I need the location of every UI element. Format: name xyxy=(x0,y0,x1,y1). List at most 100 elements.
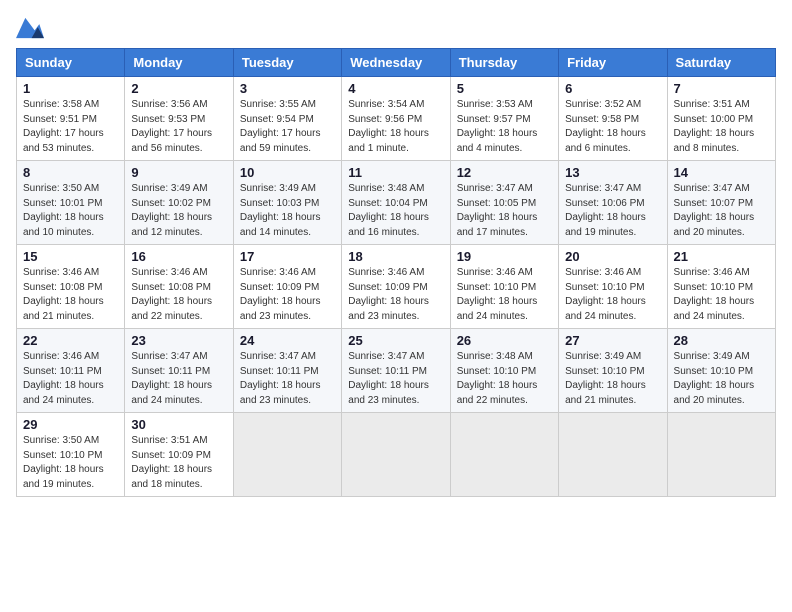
day-number: 15 xyxy=(23,249,118,264)
day-header-saturday: Saturday xyxy=(667,49,775,77)
calendar-week-row: 29Sunrise: 3:50 AMSunset: 10:10 PMDaylig… xyxy=(17,413,776,497)
day-number: 19 xyxy=(457,249,552,264)
day-info: Sunrise: 3:46 AMSunset: 10:10 PMDaylight… xyxy=(457,266,552,324)
day-info: Sunrise: 3:51 AMSunset: 10:09 PMDaylight… xyxy=(131,434,226,492)
calendar-day: 29Sunrise: 3:50 AMSunset: 10:10 PMDaylig… xyxy=(17,413,125,497)
day-header-monday: Monday xyxy=(125,49,233,77)
day-number: 14 xyxy=(674,165,769,180)
calendar-day: 7 Sunrise: 3:51 AMSunset: 10:00 PMDayligh… xyxy=(667,77,775,161)
calendar-day: 22 Sunrise: 3:46 AMSunset: 10:11 PMDaylig… xyxy=(17,329,125,413)
day-header-thursday: Thursday xyxy=(450,49,558,77)
calendar-day: 2 Sunrise: 3:56 AMSunset: 9:53 PMDaylight… xyxy=(125,77,233,161)
calendar-day: 18 Sunrise: 3:46 AMSunset: 10:09 PMDaylig… xyxy=(342,245,450,329)
day-number: 2 xyxy=(131,81,226,96)
calendar-day: 9 Sunrise: 3:49 AMSunset: 10:02 PMDayligh… xyxy=(125,161,233,245)
calendar-day: 23 Sunrise: 3:47 AMSunset: 10:11 PMDaylig… xyxy=(125,329,233,413)
day-number: 7 xyxy=(674,81,769,96)
calendar-day: 5 Sunrise: 3:53 AMSunset: 9:57 PMDaylight… xyxy=(450,77,558,161)
day-number: 6 xyxy=(565,81,660,96)
calendar-day: 1 Sunrise: 3:58 AMSunset: 9:51 PMDaylight… xyxy=(17,77,125,161)
day-number: 10 xyxy=(240,165,335,180)
day-number: 1 xyxy=(23,81,118,96)
calendar-header-row: SundayMondayTuesdayWednesdayThursdayFrid… xyxy=(17,49,776,77)
day-info: Sunrise: 3:50 AMSunset: 10:10 PMDaylight… xyxy=(23,434,118,492)
day-info: Sunrise: 3:47 AMSunset: 10:11 PMDaylight… xyxy=(240,350,335,408)
day-info: Sunrise: 3:47 AMSunset: 10:06 PMDaylight… xyxy=(565,182,660,240)
calendar-week-row: 1 Sunrise: 3:58 AMSunset: 9:51 PMDaylight… xyxy=(17,77,776,161)
day-info: Sunrise: 3:48 AMSunset: 10:10 PMDaylight… xyxy=(457,350,552,408)
day-info: Sunrise: 3:50 AMSunset: 10:01 PMDaylight… xyxy=(23,182,118,240)
calendar-day: 26 Sunrise: 3:48 AMSunset: 10:10 PMDaylig… xyxy=(450,329,558,413)
header xyxy=(16,16,776,40)
calendar-day: 15 Sunrise: 3:46 AMSunset: 10:08 PMDaylig… xyxy=(17,245,125,329)
calendar-day: 20 Sunrise: 3:46 AMSunset: 10:10 PMDaylig… xyxy=(559,245,667,329)
calendar-day: 11Sunrise: 3:48 AMSunset: 10:04 PMDaylig… xyxy=(342,161,450,245)
calendar-day: 27 Sunrise: 3:49 AMSunset: 10:10 PMDaylig… xyxy=(559,329,667,413)
day-number: 16 xyxy=(131,249,226,264)
day-info: Sunrise: 3:52 AMSunset: 9:58 PMDaylight:… xyxy=(565,98,660,156)
calendar-day: 21 Sunrise: 3:46 AMSunset: 10:10 PMDaylig… xyxy=(667,245,775,329)
day-number: 5 xyxy=(457,81,552,96)
day-info: Sunrise: 3:46 AMSunset: 10:11 PMDaylight… xyxy=(23,350,118,408)
day-info: Sunrise: 3:46 AMSunset: 10:09 PMDaylight… xyxy=(348,266,443,324)
day-number: 27 xyxy=(565,333,660,348)
day-header-friday: Friday xyxy=(559,49,667,77)
calendar-day: 6 Sunrise: 3:52 AMSunset: 9:58 PMDaylight… xyxy=(559,77,667,161)
calendar-day: 28Sunrise: 3:49 AMSunset: 10:10 PMDaylig… xyxy=(667,329,775,413)
day-number: 11 xyxy=(348,165,443,180)
day-info: Sunrise: 3:49 AMSunset: 10:02 PMDaylight… xyxy=(131,182,226,240)
day-info: Sunrise: 3:46 AMSunset: 10:10 PMDaylight… xyxy=(674,266,769,324)
day-info: Sunrise: 3:49 AMSunset: 10:10 PMDaylight… xyxy=(565,350,660,408)
day-number: 3 xyxy=(240,81,335,96)
calendar-day: 19 Sunrise: 3:46 AMSunset: 10:10 PMDaylig… xyxy=(450,245,558,329)
day-number: 24 xyxy=(240,333,335,348)
logo xyxy=(16,16,48,40)
calendar-day: 30 Sunrise: 3:51 AMSunset: 10:09 PMDaylig… xyxy=(125,413,233,497)
calendar-day xyxy=(667,413,775,497)
day-number: 26 xyxy=(457,333,552,348)
calendar-day: 16 Sunrise: 3:46 AMSunset: 10:08 PMDaylig… xyxy=(125,245,233,329)
day-info: Sunrise: 3:53 AMSunset: 9:57 PMDaylight:… xyxy=(457,98,552,156)
calendar-day xyxy=(342,413,450,497)
day-header-wednesday: Wednesday xyxy=(342,49,450,77)
day-info: Sunrise: 3:49 AMSunset: 10:03 PMDaylight… xyxy=(240,182,335,240)
day-number: 18 xyxy=(348,249,443,264)
day-info: Sunrise: 3:46 AMSunset: 10:10 PMDaylight… xyxy=(565,266,660,324)
calendar-day: 8 Sunrise: 3:50 AMSunset: 10:01 PMDayligh… xyxy=(17,161,125,245)
day-info: Sunrise: 3:47 AMSunset: 10:11 PMDaylight… xyxy=(348,350,443,408)
calendar-day: 17 Sunrise: 3:46 AMSunset: 10:09 PMDaylig… xyxy=(233,245,341,329)
day-header-tuesday: Tuesday xyxy=(233,49,341,77)
day-info: Sunrise: 3:47 AMSunset: 10:07 PMDaylight… xyxy=(674,182,769,240)
calendar-day xyxy=(233,413,341,497)
calendar-table: SundayMondayTuesdayWednesdayThursdayFrid… xyxy=(16,48,776,497)
day-info: Sunrise: 3:46 AMSunset: 10:08 PMDaylight… xyxy=(131,266,226,324)
day-info: Sunrise: 3:51 AMSunset: 10:00 PMDaylight… xyxy=(674,98,769,156)
day-number: 13 xyxy=(565,165,660,180)
calendar-week-row: 15 Sunrise: 3:46 AMSunset: 10:08 PMDaylig… xyxy=(17,245,776,329)
logo-icon xyxy=(16,16,44,40)
calendar-day: 12Sunrise: 3:47 AMSunset: 10:05 PMDaylig… xyxy=(450,161,558,245)
day-number: 20 xyxy=(565,249,660,264)
day-info: Sunrise: 3:47 AMSunset: 10:11 PMDaylight… xyxy=(131,350,226,408)
day-info: Sunrise: 3:47 AMSunset: 10:05 PMDaylight… xyxy=(457,182,552,240)
day-number: 21 xyxy=(674,249,769,264)
day-number: 22 xyxy=(23,333,118,348)
day-number: 23 xyxy=(131,333,226,348)
calendar-day: 10 Sunrise: 3:49 AMSunset: 10:03 PMDaylig… xyxy=(233,161,341,245)
day-number: 17 xyxy=(240,249,335,264)
day-info: Sunrise: 3:46 AMSunset: 10:09 PMDaylight… xyxy=(240,266,335,324)
day-number: 9 xyxy=(131,165,226,180)
calendar-day: 13 Sunrise: 3:47 AMSunset: 10:06 PMDaylig… xyxy=(559,161,667,245)
calendar-day xyxy=(450,413,558,497)
day-info: Sunrise: 3:58 AMSunset: 9:51 PMDaylight:… xyxy=(23,98,118,156)
calendar-day: 24 Sunrise: 3:47 AMSunset: 10:11 PMDaylig… xyxy=(233,329,341,413)
day-number: 30 xyxy=(131,417,226,432)
calendar-day: 4Sunrise: 3:54 AMSunset: 9:56 PMDaylight… xyxy=(342,77,450,161)
calendar-day xyxy=(559,413,667,497)
calendar-week-row: 22 Sunrise: 3:46 AMSunset: 10:11 PMDaylig… xyxy=(17,329,776,413)
day-number: 4 xyxy=(348,81,443,96)
day-info: Sunrise: 3:56 AMSunset: 9:53 PMDaylight:… xyxy=(131,98,226,156)
day-number: 8 xyxy=(23,165,118,180)
day-info: Sunrise: 3:46 AMSunset: 10:08 PMDaylight… xyxy=(23,266,118,324)
calendar-day: 3Sunrise: 3:55 AMSunset: 9:54 PMDaylight… xyxy=(233,77,341,161)
